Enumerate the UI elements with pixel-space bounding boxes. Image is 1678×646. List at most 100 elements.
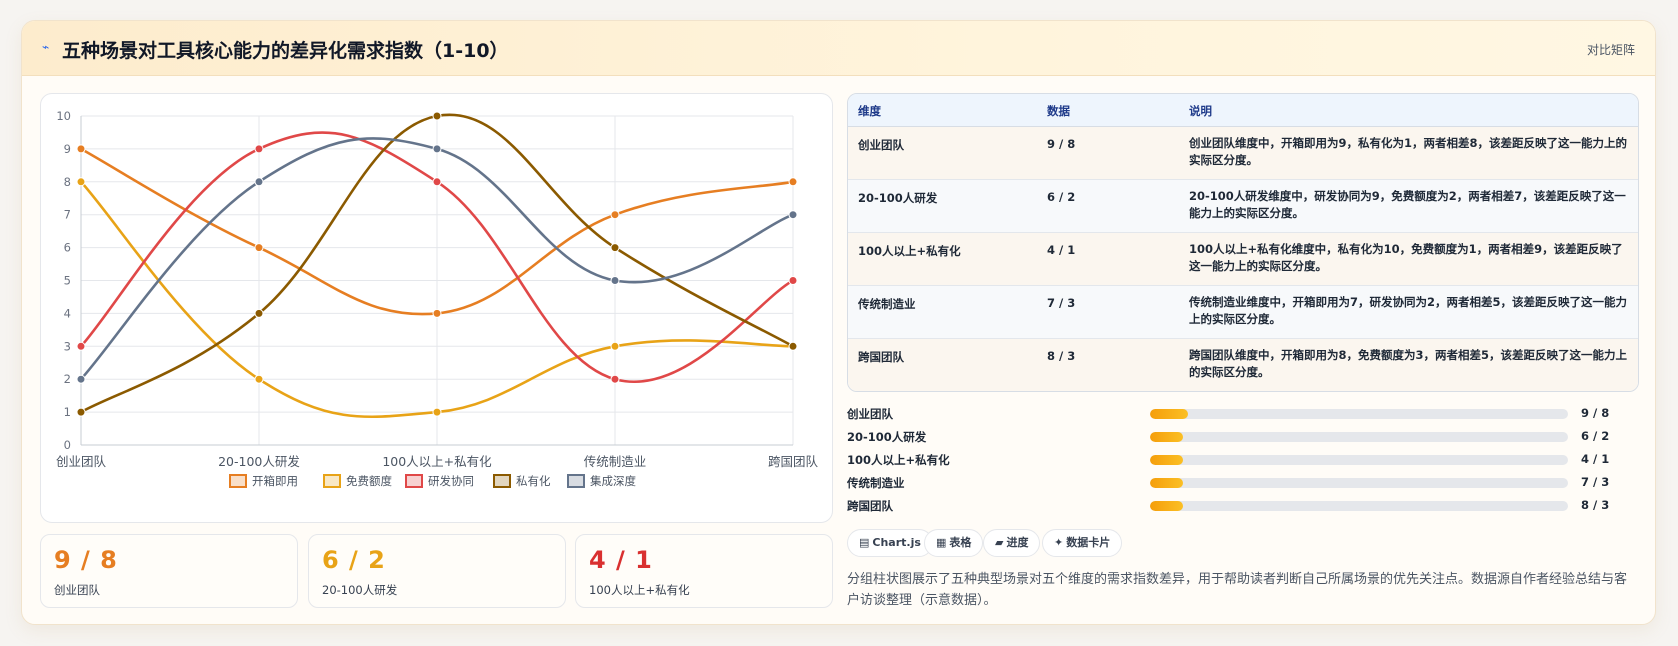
progress-fill	[1150, 478, 1184, 488]
data-point	[432, 308, 442, 318]
data-point	[610, 341, 620, 351]
tag-label: 数据卡片	[1066, 536, 1111, 549]
card-icon: ✦	[1054, 536, 1064, 549]
progress-label: 传统制造业	[847, 476, 905, 490]
data-point	[610, 374, 620, 384]
stat-card-2: 6 / 2 20-100人研发	[308, 534, 566, 608]
stat-value: 6 / 2	[322, 546, 386, 574]
table-cell-data: 4 / 1	[1047, 243, 1076, 257]
y-tick-label: 4	[64, 306, 71, 320]
table-cell-data: 7 / 3	[1047, 296, 1076, 310]
table-cell-data: 8 / 3	[1047, 349, 1076, 363]
data-point	[254, 243, 264, 253]
table-cell-description: 传统制造业维度中，开箱即用为7，研发协同为2，两者相差5，该差距反映了这一能力上…	[1189, 295, 1628, 326]
progress-value: 6 / 2	[1581, 429, 1610, 443]
stat-value: 4 / 1	[589, 546, 653, 574]
legend-label: 研发协同	[428, 474, 474, 488]
progress-row: 创业团队 9 / 8	[847, 404, 1639, 424]
table-header: 维度 数据 说明	[848, 94, 1638, 127]
data-point	[76, 374, 86, 384]
tag-label: Chart.js	[872, 536, 921, 549]
data-point	[76, 144, 86, 154]
progress-icon: ▰	[995, 536, 1004, 549]
y-tick-label: 3	[64, 339, 71, 353]
table-icon: ▦	[936, 536, 947, 549]
legend-label: 私有化	[516, 474, 551, 488]
legend-swatch	[405, 474, 423, 488]
table-cell-dimension: 传统制造业	[858, 297, 916, 311]
data-point	[254, 374, 264, 384]
table-row: 20-100人研发 6 / 2 20-100人研发维度中，研发协同为9，免费额度为2…	[848, 180, 1638, 233]
y-tick-label: 8	[64, 175, 71, 189]
y-tick-label: 6	[64, 241, 71, 255]
tag-label: 进度	[1006, 536, 1029, 549]
data-point	[610, 276, 620, 285]
progress-fill	[1150, 432, 1184, 442]
table-cell-data: 6 / 2	[1047, 190, 1076, 204]
y-tick-label: 5	[64, 274, 71, 288]
column-header-description: 说明	[1189, 104, 1212, 118]
tag-chart-js[interactable]: ▤ Chart.js	[847, 529, 933, 557]
data-point	[788, 177, 798, 187]
legend-label: 开箱即用	[252, 474, 298, 488]
table-row: 跨国团队 8 / 3 跨国团队维度中，开箱即用为8，免费额度为3，两者相差5，该差距…	[848, 339, 1638, 391]
y-tick-label: 9	[64, 142, 71, 156]
table-row: 创业团队 9 / 8 创业团队维度中，开箱即用为9，私有化为1，两者相差8，该差距反…	[848, 127, 1638, 180]
legend-swatch	[323, 474, 341, 488]
data-point	[432, 111, 442, 121]
progress-label: 创业团队	[847, 407, 893, 421]
stat-value: 9 / 8	[54, 546, 118, 574]
progress-fill	[1150, 455, 1184, 465]
stat-card-1: 9 / 8 创业团队	[40, 534, 298, 608]
progress-label: 20-100人研发	[847, 430, 927, 444]
y-tick-label: 0	[64, 438, 71, 452]
chart-description: 分组柱状图展示了五种典型场景对五个维度的需求指数差异，用于帮助读者判断自己所属场…	[847, 572, 1628, 608]
data-point	[76, 407, 86, 417]
page-title: 五种场景对工具核心能力的差异化需求指数（1-10）	[62, 40, 509, 62]
x-tick-label: 传统制造业	[584, 454, 647, 469]
progress-value: 9 / 8	[1581, 406, 1610, 420]
x-tick-label: 创业团队	[56, 454, 107, 469]
progress-track	[1150, 455, 1568, 465]
tag--[interactable]: ▦ 表格	[924, 529, 984, 557]
progress-track	[1150, 409, 1568, 419]
chart-card: ⌁ 五种场景对工具核心能力的差异化需求指数（1-10） 对比矩阵 0 1 2 3 4 5 6…	[21, 20, 1656, 625]
data-point	[432, 177, 442, 187]
tag--[interactable]: ✦ 数据卡片	[1042, 529, 1123, 557]
progress-value: 8 / 3	[1581, 498, 1610, 512]
table-cell-description: 跨国团队维度中，开箱即用为8，免费额度为3，两者相差5，该差距反映了这一能力上的…	[1189, 348, 1628, 379]
progress-fill	[1150, 409, 1188, 419]
table-cell-dimension: 100人以上+私有化	[858, 244, 961, 258]
table-cell-description: 100人以上+私有化维度中，私有化为10，免费额度为1，两者相差9，该差距反映了…	[1189, 242, 1623, 273]
progress-row: 传统制造业 7 / 3	[847, 473, 1639, 493]
line-chart: 0 1 2 3 4 5 6 7 8 9 10 创业团队 20-100人研发 100人以上+私有化 传统制造业…	[56, 109, 818, 488]
table-cell-description: 20-100人研发维度中，研发协同为9，免费额度为2，两者相差7，该差距反映了这…	[1189, 189, 1626, 220]
chart-icon: ▤	[859, 536, 870, 549]
legend-swatch	[229, 474, 247, 488]
data-table: 维度 数据 说明 创业团队 9 / 8 创业团队维度中，开箱即用为9，私有化为1，两…	[847, 93, 1639, 392]
progress-row: 100人以上+私有化 4 / 1	[847, 450, 1639, 470]
data-point	[254, 144, 264, 154]
table-cell-dimension: 跨国团队	[858, 350, 904, 364]
x-tick-label: 100人以上+私有化	[382, 454, 492, 469]
table-cell-description: 创业团队维度中，开箱即用为9，私有化为1，两者相差8，该差距反映了这一能力上的实…	[1189, 136, 1628, 167]
column-header-data: 数据	[1047, 104, 1070, 118]
data-point	[254, 308, 264, 318]
data-point	[76, 341, 86, 351]
table-cell-dimension: 创业团队	[858, 138, 904, 152]
tag-label: 表格	[949, 536, 972, 549]
column-header-dimension: 维度	[858, 104, 881, 118]
stat-label: 20-100人研发	[322, 583, 398, 597]
progress-track	[1150, 432, 1568, 442]
progress-value: 7 / 3	[1581, 475, 1610, 489]
data-point	[610, 210, 620, 220]
progress-label: 100人以上+私有化	[847, 453, 950, 467]
x-tick-label: 20-100人研发	[218, 454, 300, 469]
legend-label: 免费额度	[346, 474, 392, 488]
data-point	[432, 407, 442, 417]
table-row: 100人以上+私有化 4 / 1 100人以上+私有化维度中，私有化为10，免费额度…	[848, 233, 1638, 286]
tag--[interactable]: ▰ 进度	[983, 529, 1041, 557]
table-row: 传统制造业 7 / 3 传统制造业维度中，开箱即用为7，研发协同为2，两者相差5，该…	[848, 286, 1638, 339]
y-tick-label: 2	[64, 372, 71, 386]
progress-value: 4 / 1	[1581, 452, 1610, 466]
